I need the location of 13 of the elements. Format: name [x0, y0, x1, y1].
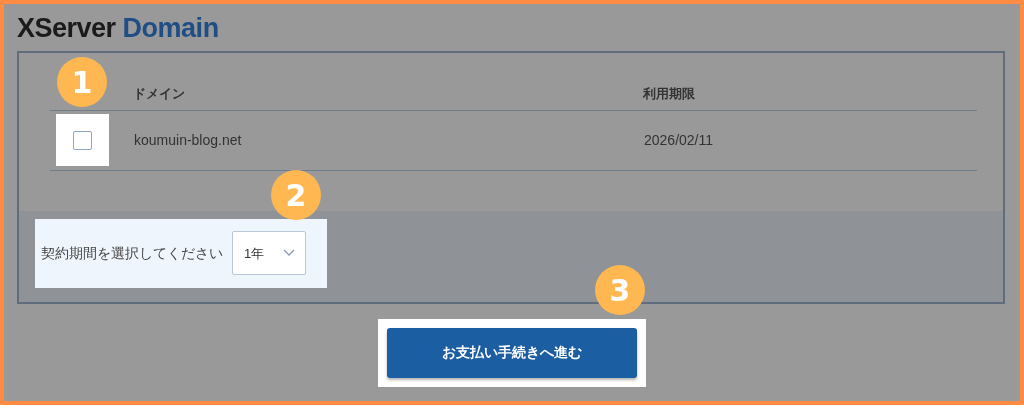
brand-logo: XServer	[17, 13, 116, 43]
payment-button[interactable]: お支払い手続きへ進む	[387, 327, 637, 378]
expiry-date: 2026/02/11	[644, 131, 714, 148]
column-header: ドメイン	[133, 87, 185, 101]
domain-name: koumuin-blog.net	[134, 131, 242, 148]
row-checkbox[interactable]	[73, 130, 92, 150]
step-number-badge: 1	[57, 57, 107, 107]
chevron-down-icon	[283, 249, 295, 258]
column-header: 利用期限	[643, 87, 695, 101]
product-name: Domain	[122, 13, 219, 43]
step-number-badge: 2	[271, 170, 321, 220]
period-label: 契約期間を選択してください	[41, 243, 223, 263]
period-select[interactable]: 1年	[232, 231, 306, 276]
